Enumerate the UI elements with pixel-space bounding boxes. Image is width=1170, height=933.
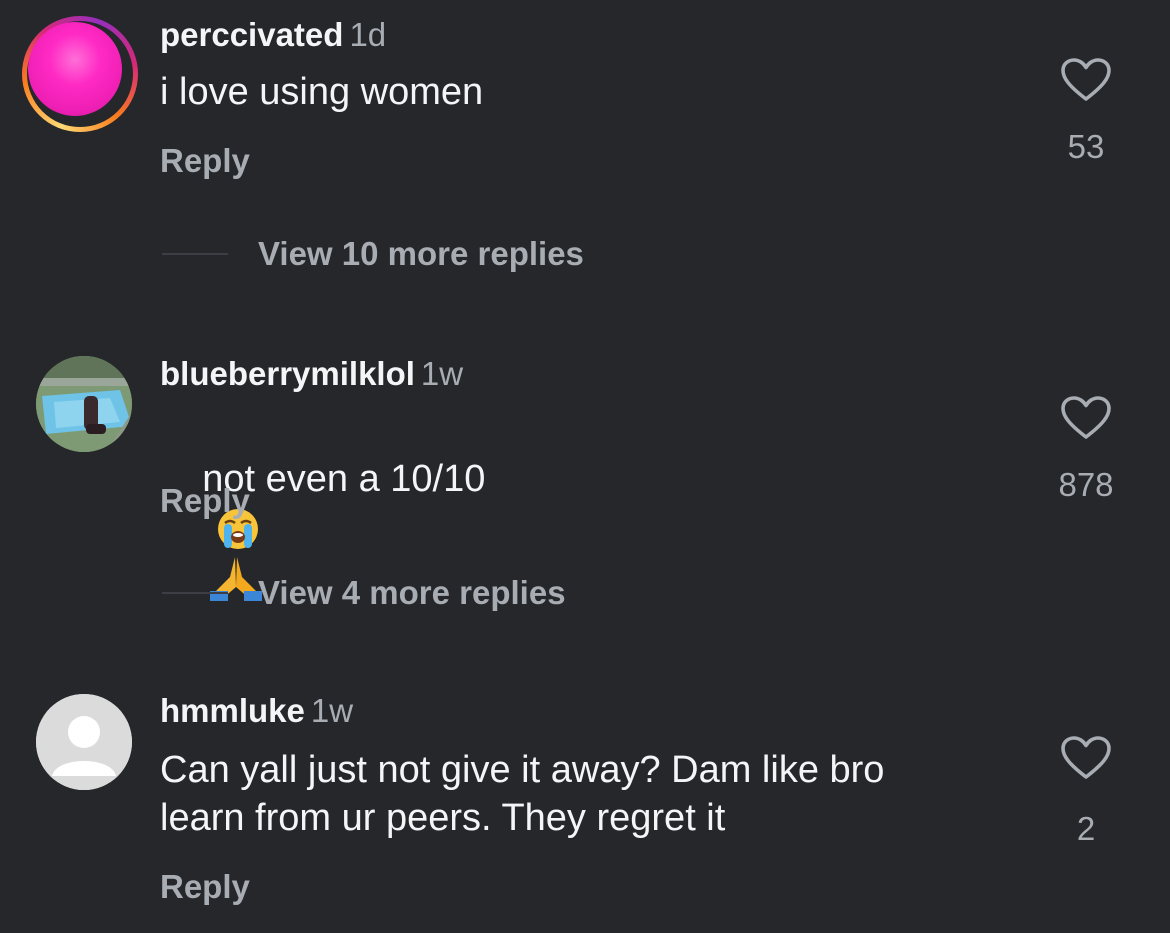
- username-line: hmmluke 1w: [160, 692, 353, 730]
- like-control: 2: [1046, 736, 1126, 848]
- timestamp: 1d: [349, 16, 387, 53]
- timestamp: 1w: [420, 355, 464, 392]
- avatar[interactable]: [36, 356, 132, 452]
- view-more-replies[interactable]: View 10 more replies: [162, 234, 584, 274]
- heart-icon[interactable]: [1061, 396, 1111, 440]
- like-count: 2: [1076, 810, 1096, 847]
- heart-icon[interactable]: [1061, 58, 1111, 102]
- divider: [162, 592, 228, 594]
- like-count: 878: [1058, 466, 1114, 503]
- username-line: blueberrymilklol 1w: [160, 355, 463, 393]
- divider: [162, 253, 228, 255]
- comment-text: Can yall just not give it away? Dam like…: [160, 749, 885, 839]
- username[interactable]: hmmluke: [160, 692, 305, 729]
- like-count: 53: [1067, 128, 1105, 165]
- avatar-image: [36, 356, 132, 452]
- like-control: 53: [1046, 58, 1126, 166]
- username[interactable]: blueberrymilklol: [160, 355, 415, 392]
- username[interactable]: perccivated: [160, 16, 343, 53]
- timestamp: 1w: [310, 692, 354, 729]
- avatar-image: [28, 22, 122, 116]
- view-more-replies[interactable]: View 4 more replies: [162, 573, 566, 613]
- like-control: 878: [1046, 396, 1126, 504]
- reply-button[interactable]: Reply: [160, 868, 250, 906]
- view-more-label: View 10 more replies: [258, 235, 584, 272]
- view-more-label: View 4 more replies: [258, 574, 566, 611]
- reply-button[interactable]: Reply: [160, 482, 250, 520]
- avatar[interactable]: [22, 16, 138, 132]
- heart-icon[interactable]: [1061, 736, 1111, 780]
- reply-button[interactable]: Reply: [160, 142, 250, 180]
- default-avatar-icon: [36, 694, 132, 790]
- username-line: perccivated 1d: [160, 16, 386, 54]
- avatar[interactable]: [36, 694, 132, 790]
- comment-text: i love using women: [160, 71, 484, 113]
